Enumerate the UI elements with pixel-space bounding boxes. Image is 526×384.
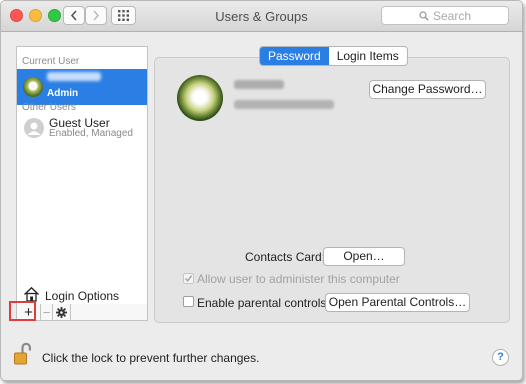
allow-admin-label: Allow user to administer this computer bbox=[197, 272, 400, 286]
house-icon bbox=[24, 286, 39, 302]
contacts-open-button[interactable]: Open… bbox=[323, 247, 405, 266]
title-bar: Users & Groups Search bbox=[1, 1, 522, 32]
guest-avatar-icon bbox=[24, 118, 44, 138]
tab-login-items[interactable]: Login Items bbox=[329, 47, 407, 65]
user-email-blurred bbox=[234, 100, 334, 109]
tab-control: Password Login Items bbox=[259, 46, 408, 66]
parental-controls-checkbox[interactable] bbox=[183, 296, 194, 307]
users-sidebar: Current User Admin Other Users Guest Use… bbox=[16, 46, 148, 306]
open-parental-controls-button[interactable]: Open Parental Controls… bbox=[325, 293, 470, 312]
search-icon bbox=[419, 10, 429, 21]
other-users-header: Other Users bbox=[22, 102, 76, 113]
current-user-name-blurred bbox=[47, 72, 101, 81]
add-button-highlight bbox=[9, 301, 36, 321]
lock-button[interactable] bbox=[14, 342, 31, 369]
change-password-button[interactable]: Change Password… bbox=[369, 80, 486, 99]
search-field[interactable]: Search bbox=[381, 6, 509, 25]
parental-controls-label: Enable parental controls bbox=[197, 296, 327, 310]
user-full-name-blurred bbox=[234, 80, 284, 89]
login-options-row[interactable]: Login Options bbox=[17, 284, 147, 304]
help-button[interactable]: ? bbox=[492, 349, 509, 366]
guest-user-status: Enabled, Managed bbox=[49, 128, 133, 139]
unlocked-padlock-icon bbox=[14, 342, 31, 365]
search-placeholder: Search bbox=[432, 8, 472, 23]
users-groups-window: Users & Groups Search Current User Admin… bbox=[0, 0, 523, 381]
contacts-card-label: Contacts Card: bbox=[245, 250, 326, 264]
gear-icon bbox=[56, 306, 67, 318]
user-picture[interactable] bbox=[177, 75, 223, 121]
current-user-role: Admin bbox=[47, 88, 79, 99]
checkmark-icon bbox=[184, 275, 193, 282]
remove-user-button[interactable]: − bbox=[41, 304, 53, 320]
current-user-row[interactable]: Admin bbox=[17, 69, 147, 105]
allow-admin-checkbox[interactable] bbox=[183, 273, 194, 284]
current-user-header: Current User bbox=[22, 56, 80, 67]
action-menu-button[interactable] bbox=[53, 304, 71, 320]
tab-password[interactable]: Password bbox=[260, 47, 329, 65]
lock-message: Click the lock to prevent further change… bbox=[42, 351, 260, 365]
user-avatar bbox=[23, 77, 43, 97]
login-options-label: Login Options bbox=[45, 289, 120, 303]
